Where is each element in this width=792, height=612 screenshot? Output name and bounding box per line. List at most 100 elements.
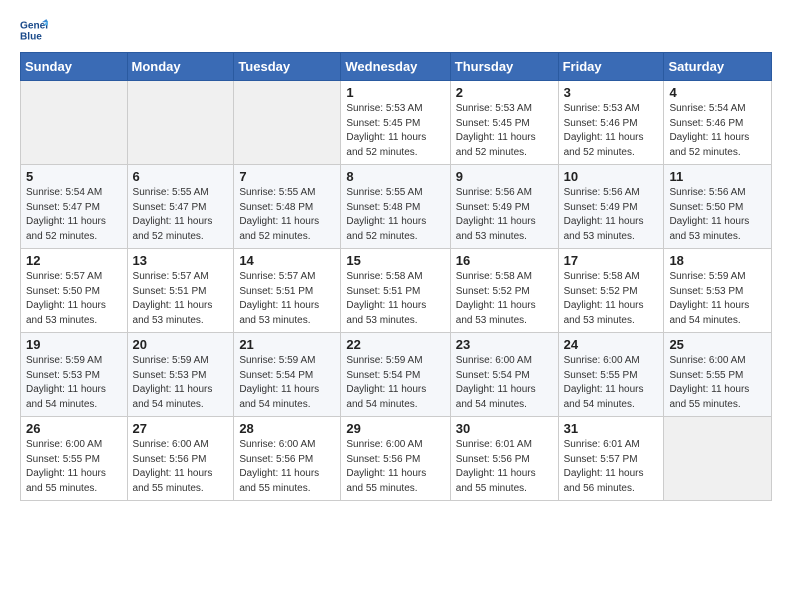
day-cell: 23 Sunrise: 6:00 AMSunset: 5:54 PMDayligh… (450, 333, 558, 417)
day-number: 15 (346, 253, 444, 268)
day-number: 29 (346, 421, 444, 436)
day-cell: 5 Sunrise: 5:54 AMSunset: 5:47 PMDaylight… (21, 165, 128, 249)
day-cell: 27 Sunrise: 6:00 AMSunset: 5:56 PMDayligh… (127, 417, 234, 501)
day-info: Sunrise: 5:54 AMSunset: 5:46 PMDaylight:… (669, 102, 766, 160)
weekday-thursday: Thursday (450, 53, 558, 81)
header: General Blue (20, 16, 772, 44)
day-number: 23 (456, 337, 553, 352)
day-info: Sunrise: 5:53 AMSunset: 5:45 PMDaylight:… (346, 102, 444, 160)
day-number: 18 (669, 253, 766, 268)
day-cell: 14 Sunrise: 5:57 AMSunset: 5:51 PMDayligh… (234, 249, 341, 333)
day-number: 10 (564, 169, 659, 184)
day-info: Sunrise: 5:59 AMSunset: 5:53 PMDaylight:… (669, 270, 766, 328)
day-cell: 1 Sunrise: 5:53 AMSunset: 5:45 PMDaylight… (341, 81, 450, 165)
day-number: 24 (564, 337, 659, 352)
day-number: 5 (26, 169, 122, 184)
day-info: Sunrise: 6:00 AMSunset: 5:54 PMDaylight:… (456, 354, 553, 412)
week-row-2: 5 Sunrise: 5:54 AMSunset: 5:47 PMDaylight… (21, 165, 772, 249)
day-info: Sunrise: 5:53 AMSunset: 5:45 PMDaylight:… (456, 102, 553, 160)
day-info: Sunrise: 6:01 AMSunset: 5:56 PMDaylight:… (456, 438, 553, 496)
day-number: 22 (346, 337, 444, 352)
day-cell: 7Sunrise: 5:55 AMSunset: 5:48 PMDaylight… (234, 165, 341, 249)
page: General Blue SundayMondayTuesdayWednesda… (0, 0, 792, 511)
day-cell: 29 Sunrise: 6:00 AMSunset: 5:56 PMDayligh… (341, 417, 450, 501)
day-number: 14 (239, 253, 335, 268)
day-cell: 8 Sunrise: 5:55 AMSunset: 5:48 PMDaylight… (341, 165, 450, 249)
day-number: 25 (669, 337, 766, 352)
day-info: Sunrise: 6:00 AMSunset: 5:55 PMDaylight:… (564, 354, 659, 412)
day-cell: 30Sunrise: 6:01 AMSunset: 5:56 PMDayligh… (450, 417, 558, 501)
day-cell: 17 Sunrise: 5:58 AMSunset: 5:52 PMDayligh… (558, 249, 664, 333)
weekday-header-row: SundayMondayTuesdayWednesdayThursdayFrid… (21, 53, 772, 81)
day-number: 8 (346, 169, 444, 184)
day-number: 12 (26, 253, 122, 268)
day-cell: 13 Sunrise: 5:57 AMSunset: 5:51 PMDayligh… (127, 249, 234, 333)
day-cell (127, 81, 234, 165)
day-cell: 3 Sunrise: 5:53 AMSunset: 5:46 PMDaylight… (558, 81, 664, 165)
day-info: Sunrise: 6:00 AMSunset: 5:56 PMDaylight:… (346, 438, 444, 496)
day-info: Sunrise: 5:56 AMSunset: 5:49 PMDaylight:… (456, 186, 553, 244)
week-row-1: 1 Sunrise: 5:53 AMSunset: 5:45 PMDaylight… (21, 81, 772, 165)
day-cell: 28Sunrise: 6:00 AMSunset: 5:56 PMDayligh… (234, 417, 341, 501)
day-info: Sunrise: 6:00 AMSunset: 5:56 PMDaylight:… (133, 438, 229, 496)
day-cell: 26Sunrise: 6:00 AMSunset: 5:55 PMDayligh… (21, 417, 128, 501)
day-number: 20 (133, 337, 229, 352)
day-number: 21 (239, 337, 335, 352)
day-cell: 18 Sunrise: 5:59 AMSunset: 5:53 PMDayligh… (664, 249, 772, 333)
day-info: Sunrise: 5:58 AMSunset: 5:52 PMDaylight:… (564, 270, 659, 328)
calendar-table: SundayMondayTuesdayWednesdayThursdayFrid… (20, 52, 772, 501)
day-cell (664, 417, 772, 501)
svg-text:Blue: Blue (20, 31, 42, 42)
day-number: 17 (564, 253, 659, 268)
day-info: Sunrise: 5:58 AMSunset: 5:51 PMDaylight:… (346, 270, 444, 328)
day-number: 28 (239, 421, 335, 436)
day-cell: 12 Sunrise: 5:57 AMSunset: 5:50 PMDayligh… (21, 249, 128, 333)
day-info: Sunrise: 5:55 AMSunset: 5:47 PMDaylight:… (133, 186, 229, 244)
day-cell (234, 81, 341, 165)
day-cell: 20Sunrise: 5:59 AMSunset: 5:53 PMDayligh… (127, 333, 234, 417)
day-info: Sunrise: 6:01 AMSunset: 5:57 PMDaylight:… (564, 438, 659, 496)
day-cell: 24 Sunrise: 6:00 AMSunset: 5:55 PMDayligh… (558, 333, 664, 417)
day-number: 4 (669, 85, 766, 100)
weekday-tuesday: Tuesday (234, 53, 341, 81)
weekday-saturday: Saturday (664, 53, 772, 81)
day-cell: 9 Sunrise: 5:56 AMSunset: 5:49 PMDaylight… (450, 165, 558, 249)
day-cell: 10 Sunrise: 5:56 AMSunset: 5:49 PMDayligh… (558, 165, 664, 249)
day-info: Sunrise: 5:59 AMSunset: 5:53 PMDaylight:… (26, 354, 122, 412)
day-info: Sunrise: 5:57 AMSunset: 5:51 PMDaylight:… (239, 270, 335, 328)
week-row-5: 26Sunrise: 6:00 AMSunset: 5:55 PMDayligh… (21, 417, 772, 501)
day-cell: 16 Sunrise: 5:58 AMSunset: 5:52 PMDayligh… (450, 249, 558, 333)
day-number: 27 (133, 421, 229, 436)
day-info: Sunrise: 6:00 AMSunset: 5:55 PMDaylight:… (669, 354, 766, 412)
day-info: Sunrise: 5:57 AMSunset: 5:51 PMDaylight:… (133, 270, 229, 328)
day-info: Sunrise: 5:55 AMSunset: 5:48 PMDaylight:… (346, 186, 444, 244)
day-cell: 6Sunrise: 5:55 AMSunset: 5:47 PMDaylight… (127, 165, 234, 249)
logo: General Blue (20, 16, 54, 44)
day-info: Sunrise: 5:53 AMSunset: 5:46 PMDaylight:… (564, 102, 659, 160)
day-info: Sunrise: 5:57 AMSunset: 5:50 PMDaylight:… (26, 270, 122, 328)
weekday-monday: Monday (127, 53, 234, 81)
day-number: 1 (346, 85, 444, 100)
day-info: Sunrise: 5:56 AMSunset: 5:50 PMDaylight:… (669, 186, 766, 244)
day-cell: 15 Sunrise: 5:58 AMSunset: 5:51 PMDayligh… (341, 249, 450, 333)
day-number: 9 (456, 169, 553, 184)
day-cell (21, 81, 128, 165)
logo-icon: General Blue (20, 16, 48, 44)
day-number: 11 (669, 169, 766, 184)
day-number: 16 (456, 253, 553, 268)
day-number: 13 (133, 253, 229, 268)
day-info: Sunrise: 5:59 AMSunset: 5:54 PMDaylight:… (239, 354, 335, 412)
day-info: Sunrise: 5:56 AMSunset: 5:49 PMDaylight:… (564, 186, 659, 244)
day-info: Sunrise: 5:58 AMSunset: 5:52 PMDaylight:… (456, 270, 553, 328)
week-row-4: 19Sunrise: 5:59 AMSunset: 5:53 PMDayligh… (21, 333, 772, 417)
day-cell: 2Sunrise: 5:53 AMSunset: 5:45 PMDaylight… (450, 81, 558, 165)
day-number: 31 (564, 421, 659, 436)
day-number: 3 (564, 85, 659, 100)
day-info: Sunrise: 5:54 AMSunset: 5:47 PMDaylight:… (26, 186, 122, 244)
day-info: Sunrise: 6:00 AMSunset: 5:55 PMDaylight:… (26, 438, 122, 496)
day-cell: 25 Sunrise: 6:00 AMSunset: 5:55 PMDayligh… (664, 333, 772, 417)
day-cell: 31 Sunrise: 6:01 AMSunset: 5:57 PMDayligh… (558, 417, 664, 501)
week-row-3: 12 Sunrise: 5:57 AMSunset: 5:50 PMDayligh… (21, 249, 772, 333)
weekday-wednesday: Wednesday (341, 53, 450, 81)
day-cell: 4 Sunrise: 5:54 AMSunset: 5:46 PMDaylight… (664, 81, 772, 165)
